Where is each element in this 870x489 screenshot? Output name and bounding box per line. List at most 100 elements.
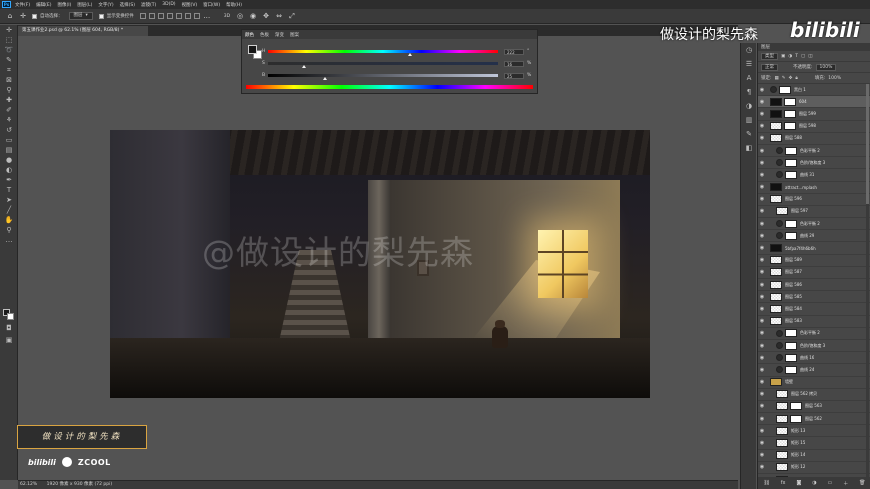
add-mask-icon[interactable]: ◙ bbox=[796, 480, 801, 486]
visibility-eye-icon[interactable]: ◉ bbox=[758, 306, 766, 312]
layer-mask-thumbnail[interactable] bbox=[785, 231, 797, 240]
visibility-eye-icon[interactable]: ◉ bbox=[758, 355, 766, 361]
adjustments-panel-icon[interactable]: ◑ bbox=[741, 99, 757, 113]
visibility-eye-icon[interactable]: ◉ bbox=[758, 391, 766, 397]
layer-row[interactable]: ◉ 图层 562 拷贝 bbox=[758, 389, 870, 401]
lasso-tool-icon[interactable]: ➰ bbox=[0, 45, 18, 55]
layer-row[interactable]: ◉ 图层 583 bbox=[758, 316, 870, 328]
layer-row[interactable]: ◉ 图层 588 bbox=[758, 133, 870, 145]
align-top-icon[interactable] bbox=[166, 13, 173, 19]
fill-field[interactable]: 100% bbox=[828, 76, 841, 81]
align-bottom-icon[interactable] bbox=[184, 13, 191, 19]
new-layer-icon[interactable]: ＋ bbox=[843, 480, 848, 487]
visibility-eye-icon[interactable]: ◉ bbox=[758, 343, 766, 349]
menu-filter[interactable]: 滤镜(T) bbox=[141, 2, 156, 8]
visibility-eye-icon[interactable]: ◉ bbox=[758, 99, 766, 105]
distribute-icon[interactable] bbox=[193, 13, 200, 19]
saturation-track[interactable] bbox=[268, 62, 498, 68]
layer-row[interactable]: ◉ 图层 596 bbox=[758, 194, 870, 206]
hue-knob[interactable] bbox=[408, 53, 413, 56]
visibility-eye-icon[interactable]: ◉ bbox=[758, 87, 766, 93]
layer-mask-thumbnail[interactable] bbox=[785, 219, 797, 228]
scale-icon[interactable]: ⤢ bbox=[288, 12, 296, 20]
visibility-eye-icon[interactable]: ◉ bbox=[758, 184, 766, 190]
layers-scrollbar[interactable] bbox=[866, 84, 869, 477]
visibility-eye-icon[interactable]: ◉ bbox=[758, 403, 766, 409]
tab-color[interactable]: 颜色 bbox=[245, 32, 254, 38]
menu-type[interactable]: 文字(Y) bbox=[98, 2, 113, 8]
more-icon[interactable]: … bbox=[203, 12, 211, 20]
visibility-eye-icon[interactable]: ◉ bbox=[758, 428, 766, 434]
layer-row[interactable]: ◉ 图层 562 bbox=[758, 413, 870, 426]
layer-mask-thumbnail[interactable] bbox=[784, 97, 796, 106]
layer-row[interactable]: ◉ 曲线 24 bbox=[758, 364, 870, 377]
tab-gradients[interactable]: 渐变 bbox=[275, 32, 284, 38]
layer-row[interactable]: ◉ 图层 584 bbox=[758, 303, 870, 316]
history-panel-icon[interactable]: ◷ bbox=[741, 43, 757, 57]
gradient-tool-icon[interactable]: ▤ bbox=[0, 145, 18, 155]
menu-edit[interactable]: 编辑(E) bbox=[36, 2, 51, 8]
healing-tool-icon[interactable]: ✚ bbox=[0, 95, 18, 105]
align-center-icon[interactable] bbox=[148, 13, 155, 19]
screen-mode-icon[interactable]: ▣ bbox=[0, 335, 18, 345]
layer-row[interactable]: ◉ 图层 587 bbox=[758, 267, 870, 279]
visibility-eye-icon[interactable]: ◉ bbox=[758, 330, 766, 336]
type-tool-icon[interactable]: T bbox=[0, 185, 18, 195]
filter-pixel-icon[interactable]: ▣ bbox=[781, 54, 785, 59]
visibility-eye-icon[interactable]: ◉ bbox=[758, 135, 766, 141]
menu-3d[interactable]: 3D(D) bbox=[162, 2, 175, 7]
layer-row[interactable]: ◉ 曲线 31 bbox=[758, 169, 870, 182]
blur-tool-icon[interactable]: ● bbox=[0, 155, 18, 165]
lock-position-icon[interactable]: ✥ bbox=[789, 76, 793, 81]
filter-type-icon[interactable]: T bbox=[795, 54, 798, 59]
visibility-eye-icon[interactable]: ◉ bbox=[758, 233, 766, 239]
visibility-eye-icon[interactable]: ◉ bbox=[758, 221, 766, 227]
layer-row[interactable]: ◉ attract...mplash bbox=[758, 182, 870, 194]
layer-row[interactable]: ◉ 图层 586 bbox=[758, 279, 870, 292]
layer-row[interactable]: ◉ 矩形 15 bbox=[758, 437, 870, 450]
history-brush-tool-icon[interactable]: ↺ bbox=[0, 125, 18, 135]
layer-row[interactable]: ◉ 矩形 12 bbox=[758, 462, 870, 474]
visibility-eye-icon[interactable]: ◉ bbox=[758, 245, 766, 251]
frame-tool-icon[interactable]: ⊠ bbox=[0, 75, 18, 85]
visibility-eye-icon[interactable]: ◉ bbox=[758, 172, 766, 178]
layer-mask-thumbnail[interactable] bbox=[784, 122, 796, 131]
layer-row[interactable]: ◉ 矩形 13 bbox=[758, 425, 870, 438]
layer-row[interactable]: ◉ 图层 597 bbox=[758, 206, 870, 219]
layer-mask-thumbnail[interactable] bbox=[790, 402, 802, 411]
character-panel-icon[interactable]: A bbox=[741, 71, 757, 85]
link-layers-icon[interactable]: ⛓ bbox=[763, 480, 769, 486]
visibility-eye-icon[interactable]: ◉ bbox=[758, 294, 766, 300]
align-left-icon[interactable] bbox=[139, 13, 146, 19]
menu-image[interactable]: 图像(I) bbox=[57, 2, 71, 8]
visibility-eye-icon[interactable]: ◉ bbox=[758, 208, 766, 214]
layer-row[interactable]: ◉ 墙壁 bbox=[758, 377, 870, 389]
auto-select-dropdown[interactable]: 图层 ▾ bbox=[68, 12, 93, 20]
visibility-eye-icon[interactable]: ◉ bbox=[758, 123, 766, 129]
layer-mask-thumbnail[interactable] bbox=[785, 146, 797, 155]
quick-select-tool-icon[interactable]: ✎ bbox=[0, 55, 18, 65]
channels-panel-icon[interactable]: ◧ bbox=[741, 141, 757, 155]
visibility-eye-icon[interactable]: ◉ bbox=[758, 452, 766, 458]
new-group-icon[interactable]: ▭ bbox=[828, 480, 833, 486]
visibility-eye-icon[interactable]: ◉ bbox=[758, 464, 766, 470]
align-middle-icon[interactable] bbox=[175, 13, 182, 19]
marquee-tool-icon[interactable]: ⬚ bbox=[0, 35, 18, 45]
layer-row[interactable]: ◉ 曲线 29 bbox=[758, 230, 870, 243]
pan-icon[interactable]: ✥ bbox=[262, 12, 270, 20]
crop-tool-icon[interactable]: ⌗ bbox=[0, 65, 18, 75]
layer-filter-dropdown[interactable]: 类型 bbox=[761, 52, 778, 60]
visibility-eye-icon[interactable]: ◉ bbox=[758, 440, 766, 446]
move-tool-icon[interactable]: ✛ bbox=[0, 25, 18, 35]
visibility-eye-icon[interactable]: ◉ bbox=[758, 379, 766, 385]
filter-adjust-icon[interactable]: ◑ bbox=[788, 54, 792, 59]
layer-row[interactable]: ◉ 图层 589 bbox=[758, 255, 870, 267]
more-tools-icon[interactable]: … bbox=[0, 235, 18, 245]
filter-shape-icon[interactable]: ▢ bbox=[801, 54, 805, 59]
align-right-icon[interactable] bbox=[157, 13, 164, 19]
saturation-value-field[interactable]: 16 bbox=[504, 60, 524, 67]
menu-layer[interactable]: 图层(L) bbox=[77, 2, 92, 8]
brightness-knob[interactable] bbox=[323, 77, 327, 80]
visibility-eye-icon[interactable]: ◉ bbox=[758, 160, 766, 166]
zoom-level[interactable]: 62.12% bbox=[20, 482, 37, 487]
